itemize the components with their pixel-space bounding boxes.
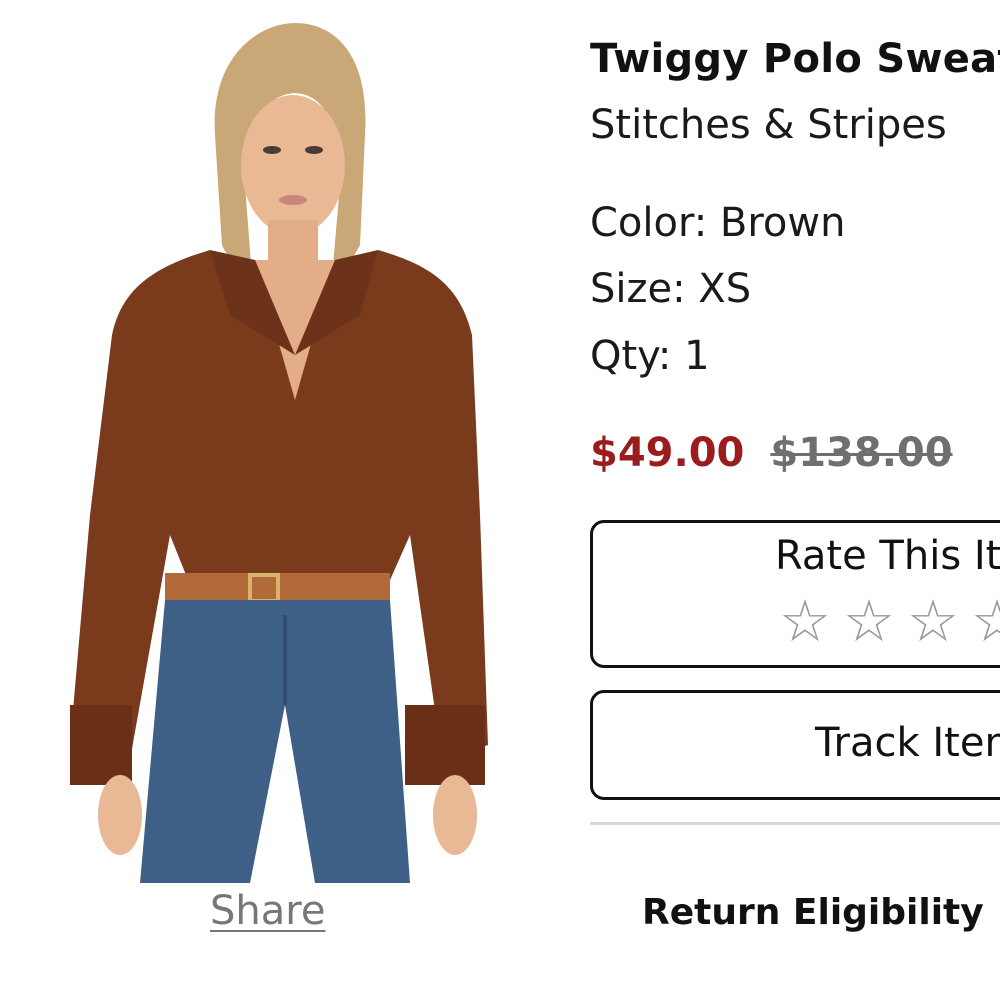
price-row: $49.00 $138.00 (590, 430, 953, 476)
star-outline-icon[interactable]: ☆ (779, 591, 843, 651)
product-details: Twiggy Polo Sweater Stitches & Stripes C… (590, 0, 1000, 1000)
color-attribute: Color: Brown (590, 200, 846, 246)
return-eligibility-link[interactable]: Return Eligibility (642, 892, 984, 933)
original-price: $138.00 (770, 430, 953, 476)
star-rating[interactable]: ☆☆☆☆☆ (779, 591, 1000, 651)
rate-item-label: Rate This Item (775, 533, 1000, 579)
track-item-button[interactable]: Track Item (590, 690, 1000, 800)
star-outline-icon[interactable]: ☆ (843, 591, 907, 651)
product-photo (70, 23, 488, 883)
sale-price: $49.00 (590, 430, 745, 476)
product-title: Twiggy Polo Sweater (590, 36, 1000, 82)
star-outline-icon[interactable]: ☆ (971, 591, 1000, 651)
order-item-page: Share Twiggy Polo Sweater Stitches & Str… (0, 0, 1000, 1000)
divider (590, 822, 1000, 825)
size-attribute: Size: XS (590, 266, 752, 312)
share-link[interactable]: Share (210, 885, 325, 937)
product-image[interactable] (60, 15, 490, 883)
star-outline-icon[interactable]: ☆ (907, 591, 971, 651)
brand-name: Stitches & Stripes (590, 102, 947, 148)
rate-item-box: Rate This Item ☆☆☆☆☆ (590, 520, 1000, 668)
quantity-attribute: Qty: 1 (590, 333, 710, 379)
track-item-label: Track Item (815, 720, 1000, 766)
